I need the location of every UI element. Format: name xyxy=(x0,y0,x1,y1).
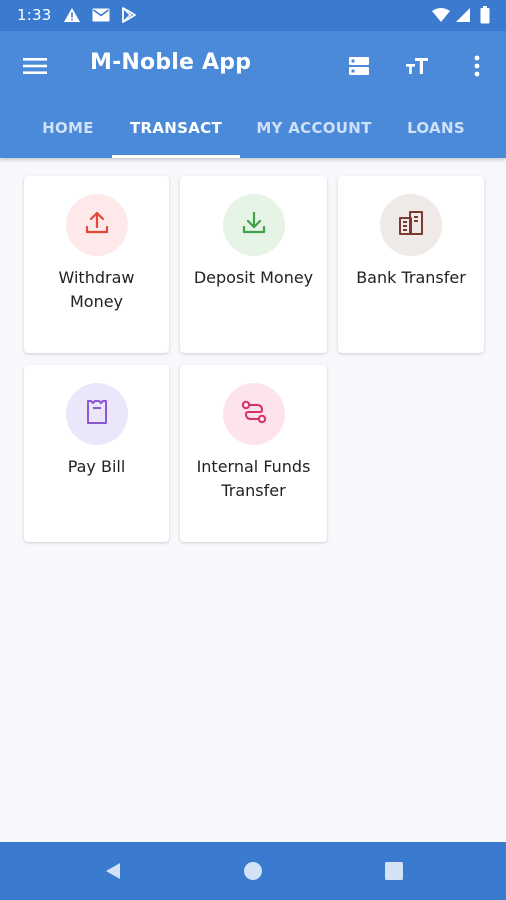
deposit-money-label: Deposit Money xyxy=(193,268,314,287)
tab-loans[interactable]: LOANS xyxy=(398,119,474,158)
system-nav-bar xyxy=(0,842,506,900)
battery-icon xyxy=(476,6,494,24)
warning-icon xyxy=(63,6,81,24)
mail-icon xyxy=(92,6,110,24)
active-tab-indicator xyxy=(112,155,240,158)
app-bar: M-Noble App HOME TRANSACT MY ACCOUNT LOA… xyxy=(0,31,506,158)
internal-funds-transfer-card[interactable]: Internal Funds Transfer xyxy=(180,365,327,542)
home-icon[interactable] xyxy=(240,858,266,884)
deposit-icon-circle xyxy=(222,194,285,256)
internal-transfer-icon-circle xyxy=(222,383,285,445)
withdraw-money-card[interactable]: Withdraw Money xyxy=(24,176,169,353)
more-vert-icon[interactable] xyxy=(460,49,494,83)
menu-icon[interactable] xyxy=(16,51,54,81)
bank-transfer-icon-circle xyxy=(380,194,442,256)
tab-home[interactable]: HOME xyxy=(36,119,100,158)
pay-bill-card[interactable]: Pay Bill xyxy=(24,365,169,542)
tab-my-account[interactable]: MY ACCOUNT xyxy=(252,119,376,158)
signal-icon xyxy=(454,6,472,24)
bank-document-icon xyxy=(397,209,425,241)
dns-icon[interactable] xyxy=(342,49,376,83)
transfer-icon xyxy=(240,398,268,430)
upload-icon xyxy=(84,210,110,240)
status-bar: 1:33 xyxy=(0,0,506,31)
bank-transfer-card[interactable]: Bank Transfer xyxy=(338,176,484,353)
tab-transact[interactable]: TRANSACT xyxy=(116,119,236,158)
recents-icon[interactable] xyxy=(381,858,407,884)
withdraw-icon-circle xyxy=(65,194,128,256)
bill-icon xyxy=(84,398,110,430)
tab-bar: HOME TRANSACT MY ACCOUNT LOANS xyxy=(0,115,506,158)
deposit-money-card[interactable]: Deposit Money xyxy=(180,176,327,353)
wifi-icon xyxy=(432,6,450,24)
back-icon[interactable] xyxy=(100,858,126,884)
bank-transfer-label: Bank Transfer xyxy=(356,268,466,287)
pay-bill-label: Pay Bill xyxy=(67,457,126,476)
internal-funds-transfer-label: Internal Funds Transfer xyxy=(196,457,311,500)
text-size-icon[interactable] xyxy=(400,49,434,83)
status-time: 1:33 xyxy=(17,6,52,24)
play-store-icon xyxy=(120,6,138,24)
app-title: M-Noble App xyxy=(90,50,252,75)
download-icon xyxy=(241,210,267,240)
pay-bill-icon-circle xyxy=(65,383,128,445)
withdraw-money-label: Withdraw Money xyxy=(58,268,135,311)
